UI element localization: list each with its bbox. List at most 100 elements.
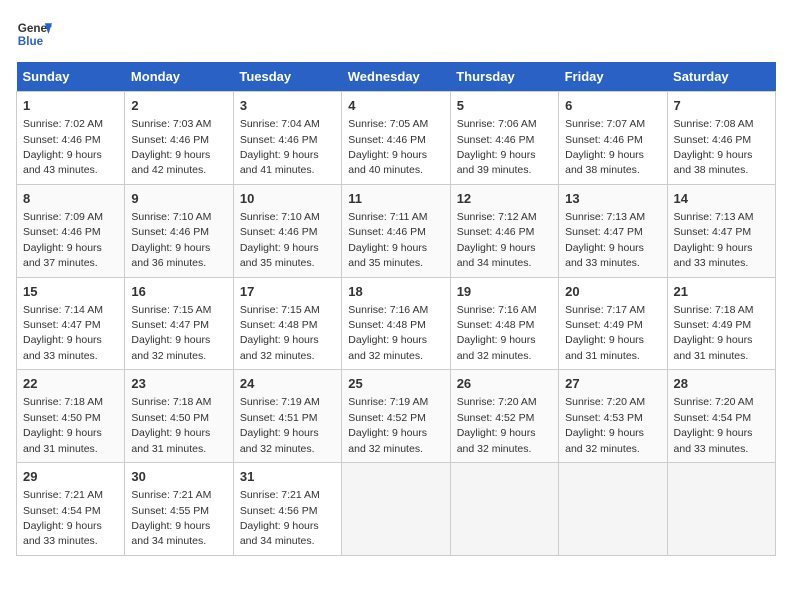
day-number: 15 <box>23 283 118 301</box>
day-number: 28 <box>674 375 769 393</box>
calendar-cell <box>450 463 558 556</box>
day-info: Sunrise: 7:21 AMSunset: 4:55 PMDaylight:… <box>131 489 211 547</box>
day-number: 18 <box>348 283 443 301</box>
calendar-cell: 10 Sunrise: 7:10 AMSunset: 4:46 PMDayligh… <box>233 184 341 277</box>
day-info: Sunrise: 7:15 AMSunset: 4:48 PMDaylight:… <box>240 304 320 362</box>
day-number: 29 <box>23 468 118 486</box>
calendar-cell: 31Sunrise: 7:21 AMSunset: 4:56 PMDayligh… <box>233 463 341 556</box>
calendar-cell: 16Sunrise: 7:15 AMSunset: 4:47 PMDayligh… <box>125 277 233 370</box>
day-number: 6 <box>565 97 660 115</box>
day-info: Sunrise: 7:05 AMSunset: 4:46 PMDaylight:… <box>348 118 428 176</box>
calendar-cell: 9Sunrise: 7:10 AMSunset: 4:46 PMDaylight… <box>125 184 233 277</box>
calendar-cell: 1 Sunrise: 7:02 AMSunset: 4:46 PMDaylight… <box>17 92 125 185</box>
day-info: Sunrise: 7:19 AMSunset: 4:51 PMDaylight:… <box>240 396 320 454</box>
day-info: Sunrise: 7:21 AMSunset: 4:54 PMDaylight:… <box>23 489 103 547</box>
day-number: 4 <box>348 97 443 115</box>
calendar-cell: 3 Sunrise: 7:04 AMSunset: 4:46 PMDaylight… <box>233 92 341 185</box>
calendar-cell: 27 Sunrise: 7:20 AMSunset: 4:53 PMDayligh… <box>559 370 667 463</box>
logo: General Blue <box>16 16 52 52</box>
day-info: Sunrise: 7:20 AMSunset: 4:52 PMDaylight:… <box>457 396 537 454</box>
day-info: Sunrise: 7:18 AMSunset: 4:49 PMDaylight:… <box>674 304 754 362</box>
day-number: 3 <box>240 97 335 115</box>
day-info: Sunrise: 7:16 AMSunset: 4:48 PMDaylight:… <box>457 304 537 362</box>
calendar-cell: 6Sunrise: 7:07 AMSunset: 4:46 PMDaylight… <box>559 92 667 185</box>
calendar-week-2: 8Sunrise: 7:09 AMSunset: 4:46 PMDaylight… <box>17 184 776 277</box>
calendar-cell: 4 Sunrise: 7:05 AMSunset: 4:46 PMDaylight… <box>342 92 450 185</box>
header-friday: Friday <box>559 62 667 92</box>
day-info: Sunrise: 7:17 AMSunset: 4:49 PMDaylight:… <box>565 304 645 362</box>
header-wednesday: Wednesday <box>342 62 450 92</box>
header-sunday: Sunday <box>17 62 125 92</box>
header-saturday: Saturday <box>667 62 775 92</box>
calendar-week-1: 1 Sunrise: 7:02 AMSunset: 4:46 PMDaylight… <box>17 92 776 185</box>
header-row: SundayMondayTuesdayWednesdayThursdayFrid… <box>17 62 776 92</box>
day-info: Sunrise: 7:11 AMSunset: 4:46 PMDaylight:… <box>348 211 427 269</box>
calendar-cell <box>559 463 667 556</box>
day-number: 23 <box>131 375 226 393</box>
logo-icon: General Blue <box>16 16 52 52</box>
day-number: 21 <box>674 283 769 301</box>
calendar-cell: 28 Sunrise: 7:20 AMSunset: 4:54 PMDayligh… <box>667 370 775 463</box>
day-number: 13 <box>565 190 660 208</box>
calendar-cell: 5Sunrise: 7:06 AMSunset: 4:46 PMDaylight… <box>450 92 558 185</box>
day-info: Sunrise: 7:14 AMSunset: 4:47 PMDaylight:… <box>23 304 103 362</box>
day-number: 24 <box>240 375 335 393</box>
day-number: 2 <box>131 97 226 115</box>
day-number: 12 <box>457 190 552 208</box>
day-info: Sunrise: 7:13 AMSunset: 4:47 PMDaylight:… <box>674 211 754 269</box>
day-number: 10 <box>240 190 335 208</box>
calendar-cell: 12 Sunrise: 7:12 AMSunset: 4:46 PMDayligh… <box>450 184 558 277</box>
day-info: Sunrise: 7:20 AMSunset: 4:53 PMDaylight:… <box>565 396 645 454</box>
day-number: 20 <box>565 283 660 301</box>
calendar-cell: 8Sunrise: 7:09 AMSunset: 4:46 PMDaylight… <box>17 184 125 277</box>
calendar-cell: 21 Sunrise: 7:18 AMSunset: 4:49 PMDayligh… <box>667 277 775 370</box>
day-info: Sunrise: 7:18 AMSunset: 4:50 PMDaylight:… <box>131 396 211 454</box>
day-number: 8 <box>23 190 118 208</box>
calendar-week-4: 22Sunrise: 7:18 AMSunset: 4:50 PMDayligh… <box>17 370 776 463</box>
day-info: Sunrise: 7:20 AMSunset: 4:54 PMDaylight:… <box>674 396 754 454</box>
calendar-table: SundayMondayTuesdayWednesdayThursdayFrid… <box>16 62 776 556</box>
day-number: 26 <box>457 375 552 393</box>
day-number: 16 <box>131 283 226 301</box>
day-number: 7 <box>674 97 769 115</box>
day-info: Sunrise: 7:10 AMSunset: 4:46 PMDaylight:… <box>131 211 211 269</box>
day-info: Sunrise: 7:12 AMSunset: 4:46 PMDaylight:… <box>457 211 537 269</box>
calendar-cell <box>342 463 450 556</box>
day-number: 25 <box>348 375 443 393</box>
calendar-cell: 17 Sunrise: 7:15 AMSunset: 4:48 PMDayligh… <box>233 277 341 370</box>
calendar-cell: 13 Sunrise: 7:13 AMSunset: 4:47 PMDayligh… <box>559 184 667 277</box>
header-tuesday: Tuesday <box>233 62 341 92</box>
day-number: 30 <box>131 468 226 486</box>
calendar-cell: 25 Sunrise: 7:19 AMSunset: 4:52 PMDayligh… <box>342 370 450 463</box>
calendar-cell: 15 Sunrise: 7:14 AMSunset: 4:47 PMDayligh… <box>17 277 125 370</box>
day-number: 11 <box>348 190 443 208</box>
day-number: 31 <box>240 468 335 486</box>
calendar-week-5: 29 Sunrise: 7:21 AMSunset: 4:54 PMDayligh… <box>17 463 776 556</box>
calendar-cell: 20 Sunrise: 7:17 AMSunset: 4:49 PMDayligh… <box>559 277 667 370</box>
day-number: 1 <box>23 97 118 115</box>
day-info: Sunrise: 7:18 AMSunset: 4:50 PMDaylight:… <box>23 396 103 454</box>
day-number: 19 <box>457 283 552 301</box>
day-info: Sunrise: 7:08 AMSunset: 4:46 PMDaylight:… <box>674 118 754 176</box>
calendar-cell: 18 Sunrise: 7:16 AMSunset: 4:48 PMDayligh… <box>342 277 450 370</box>
calendar-cell: 22Sunrise: 7:18 AMSunset: 4:50 PMDayligh… <box>17 370 125 463</box>
day-number: 27 <box>565 375 660 393</box>
calendar-cell: 11 Sunrise: 7:11 AMSunset: 4:46 PMDayligh… <box>342 184 450 277</box>
day-info: Sunrise: 7:19 AMSunset: 4:52 PMDaylight:… <box>348 396 428 454</box>
calendar-cell: 2 Sunrise: 7:03 AMSunset: 4:46 PMDaylight… <box>125 92 233 185</box>
calendar-cell: 24 Sunrise: 7:19 AMSunset: 4:51 PMDayligh… <box>233 370 341 463</box>
day-info: Sunrise: 7:13 AMSunset: 4:47 PMDaylight:… <box>565 211 645 269</box>
calendar-cell: 23 Sunrise: 7:18 AMSunset: 4:50 PMDayligh… <box>125 370 233 463</box>
page-header: General Blue <box>16 16 776 52</box>
header-monday: Monday <box>125 62 233 92</box>
day-info: Sunrise: 7:02 AMSunset: 4:46 PMDaylight:… <box>23 118 103 176</box>
day-info: Sunrise: 7:16 AMSunset: 4:48 PMDaylight:… <box>348 304 428 362</box>
calendar-cell: 29 Sunrise: 7:21 AMSunset: 4:54 PMDayligh… <box>17 463 125 556</box>
day-info: Sunrise: 7:10 AMSunset: 4:46 PMDaylight:… <box>240 211 320 269</box>
day-info: Sunrise: 7:03 AMSunset: 4:46 PMDaylight:… <box>131 118 211 176</box>
day-info: Sunrise: 7:04 AMSunset: 4:46 PMDaylight:… <box>240 118 320 176</box>
day-number: 17 <box>240 283 335 301</box>
calendar-cell <box>667 463 775 556</box>
day-number: 14 <box>674 190 769 208</box>
day-info: Sunrise: 7:06 AMSunset: 4:46 PMDaylight:… <box>457 118 537 176</box>
